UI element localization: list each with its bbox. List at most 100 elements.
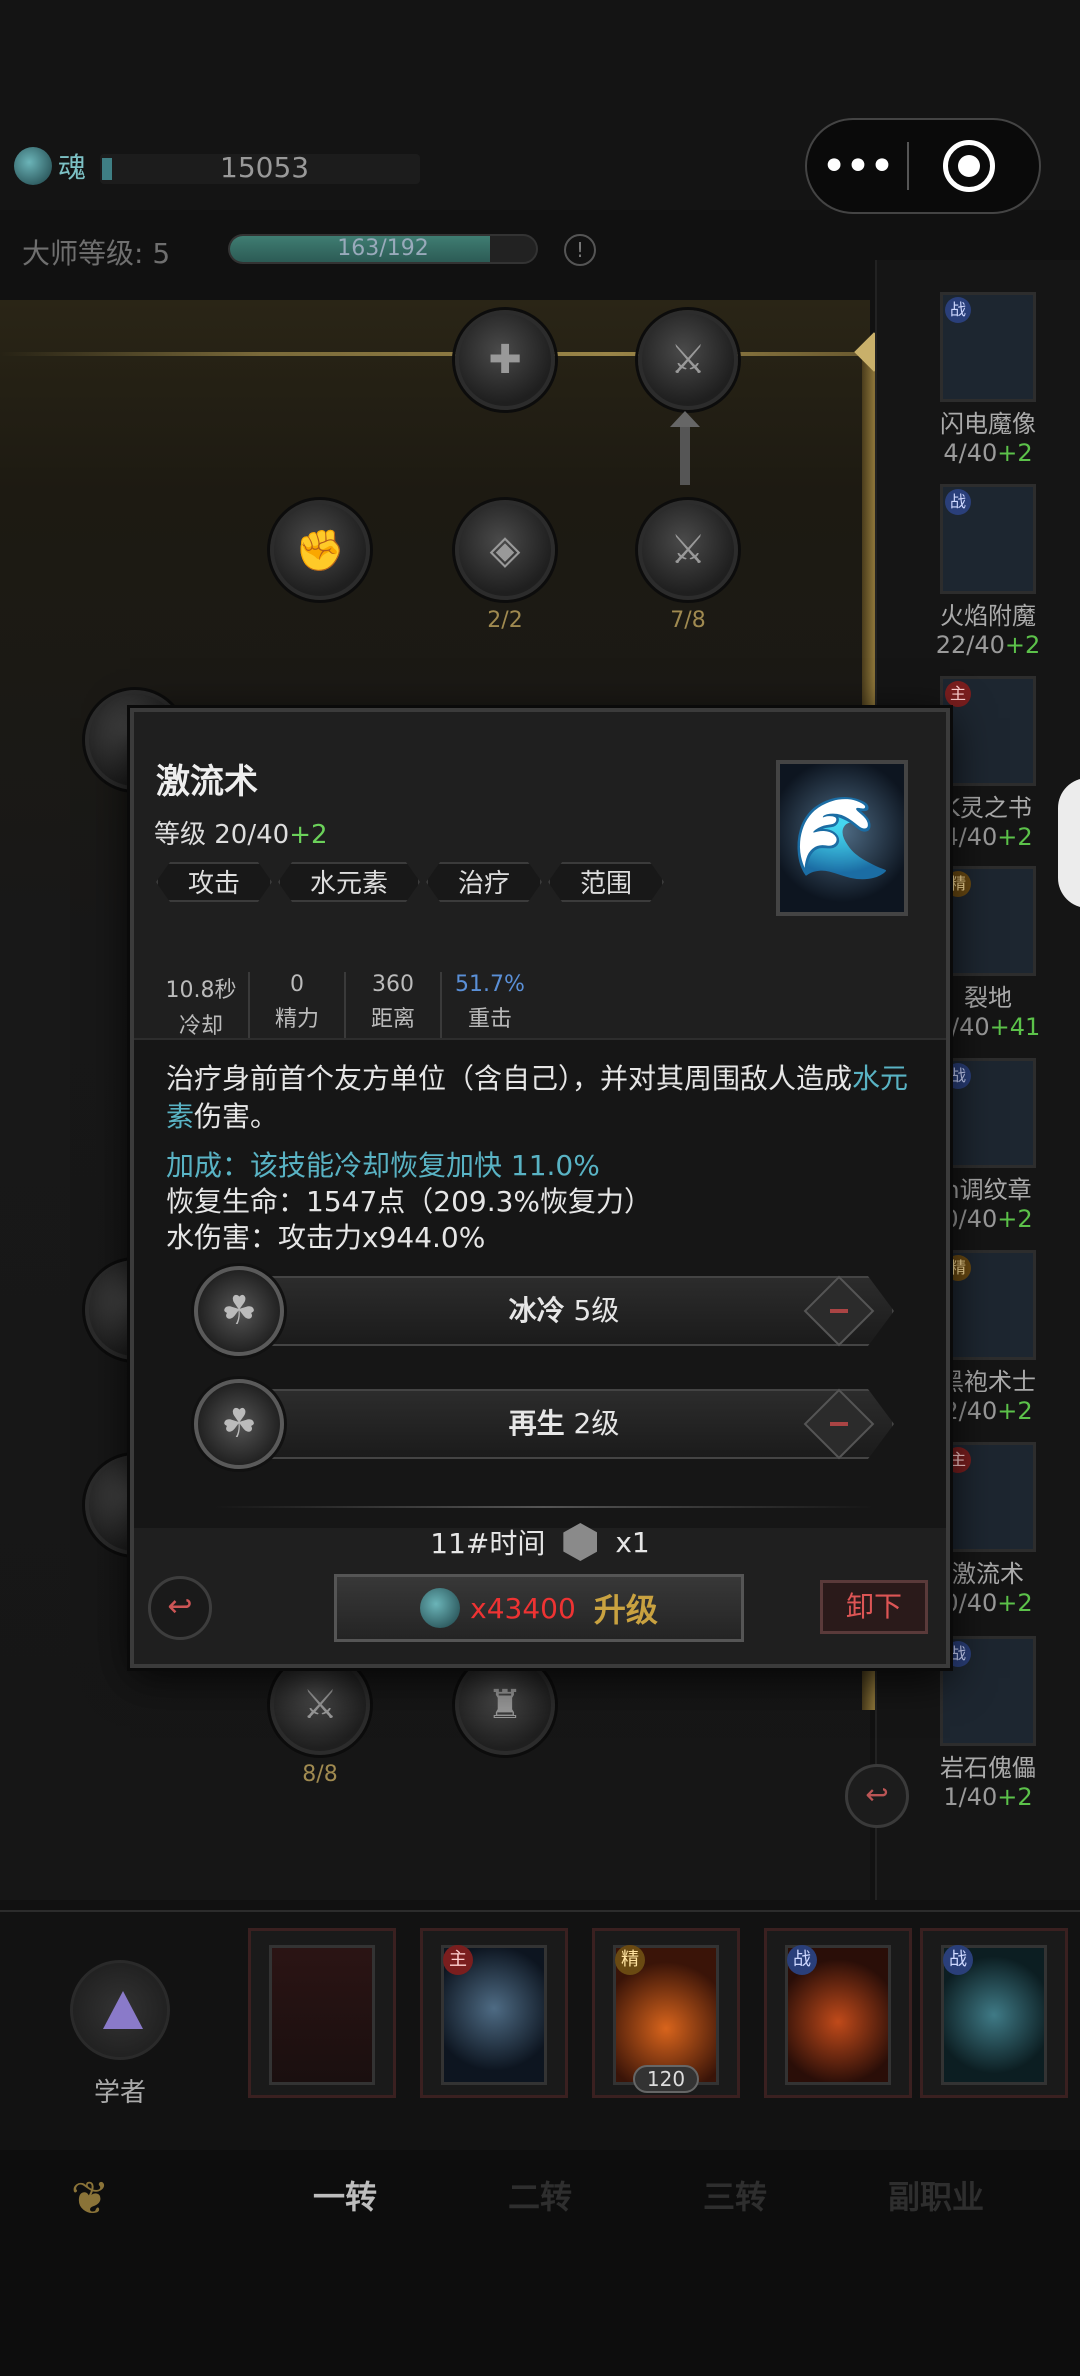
tab-second-job[interactable]: 二转 [470, 2172, 610, 2218]
heal-hands-node[interactable]: ✚ [455, 310, 555, 410]
skill-bonus: 加成：该技能冷却恢复加快 11.0% [166, 1149, 600, 1182]
side-back-button[interactable]: ↩ [845, 1764, 909, 1828]
blade-node[interactable]: ⚔ [638, 500, 738, 600]
skill-slot-sword[interactable]: 战 [764, 1928, 912, 2098]
skill-level-plus: +2 [289, 820, 328, 850]
side-skill-level-value: 4/40 [943, 823, 998, 851]
side-skill-item[interactable]: 精裂地 0/40+41 [936, 866, 1040, 1041]
fist-node[interactable]: ✊ [270, 500, 370, 600]
side-skill-level-value: 22/40 [935, 631, 1005, 659]
side-skill-tag: 战 [945, 489, 971, 515]
knight-helm-node[interactable]: ♜ [455, 1655, 555, 1755]
time-label: 11#时间 [430, 1527, 546, 1560]
tree-gold-line [0, 352, 870, 356]
stat-label: 冷却 [178, 1014, 223, 1039]
side-skill-level-value: 1/40 [943, 1783, 998, 1811]
side-skill-item[interactable]: 战岩石傀儡 1/40+2 [940, 1636, 1036, 1811]
slot-tag: 精 [615, 1945, 645, 1975]
skill-description: 治疗身前首个友方单位（含自己），并对其周围敌人造成水元素伤害。 [166, 1060, 926, 1136]
soul-gem-icon [420, 1588, 461, 1628]
gem-cluster-node[interactable]: ◈ [455, 500, 555, 600]
master-progress-bar: 163/192 [228, 234, 538, 264]
side-skill-level-value: 4/40 [943, 439, 998, 467]
popup-back-button[interactable]: ↩ [148, 1576, 212, 1640]
unequip-button[interactable]: 卸下 [820, 1580, 928, 1634]
side-skill-level-plus: +2 [997, 823, 1033, 851]
stat-range: 360 距离 [346, 972, 442, 1040]
node-count-label: 8/8 [302, 1762, 338, 1787]
side-skill-icon: 战 [940, 484, 1036, 594]
side-skill-icon: 战 [940, 1636, 1036, 1746]
stat-value: 0 [290, 972, 304, 997]
side-skill-level-value: 0/40 [943, 1589, 998, 1617]
dagger-node[interactable]: ⚔ [638, 310, 738, 410]
side-skill-item[interactable]: 战火焰附魔 22/40+2 [936, 484, 1040, 659]
side-skill-level: 1/40+2 [918, 1783, 1058, 1811]
popup-divider [214, 1506, 874, 1508]
tab-third-job[interactable]: 三转 [665, 2172, 805, 2218]
node-count-label: 2/2 [487, 608, 523, 633]
side-skill-icon: 战 [940, 292, 1036, 402]
side-skill-level-plus: +2 [997, 1205, 1033, 1233]
side-skill-tag: 战 [945, 297, 971, 323]
skill-tags: 攻击 水元素 治疗 范围 [156, 862, 670, 902]
skill-level: 等级 20/40+2 [154, 814, 328, 851]
side-skill-item[interactable]: 战 h调纹章 0/40+2 [940, 1058, 1036, 1233]
side-skill-level-value: 2/40 [943, 1397, 998, 1425]
heal-line: 恢复生命：1547点（209.3%恢复力） [166, 1185, 653, 1218]
class-triangle-icon[interactable] [70, 1960, 170, 2060]
floating-edge-button[interactable] [1058, 778, 1080, 908]
rune-level: 5级 [564, 1294, 620, 1327]
mini-program-capsule[interactable]: ••• [805, 118, 1041, 214]
side-skill-level-plus: +2 [997, 1783, 1033, 1811]
side-skill-icon: 精 [940, 866, 1036, 976]
tab-sub-job[interactable]: 副职业 [866, 2172, 1006, 2218]
back-ornament-icon[interactable]: ❦ [30, 2168, 150, 2228]
side-skill-name: 闪电魔像 [940, 410, 1036, 438]
soul-label: 魂 [58, 151, 87, 184]
rune-slot[interactable]: ☘ 再生 2级 [194, 1379, 894, 1469]
stat-energy: 0 精力 [250, 972, 346, 1040]
side-skill-name: 火焰附魔 [940, 602, 1036, 630]
stat-value: 360 [372, 972, 414, 997]
slot-tag: 战 [943, 1945, 973, 1975]
skill-slot-fire[interactable]: 精 120 [592, 1928, 740, 2098]
skill-tag: 范围 [548, 862, 664, 902]
skill-slot-shield[interactable]: 战 [920, 1928, 1068, 2098]
skill-tag: 治疗 [426, 862, 542, 902]
side-skill-item[interactable]: 主激流术 0/40+2 [940, 1442, 1036, 1617]
stat-label: 重击 [467, 1007, 512, 1032]
side-skill-level: 4/40+2 [918, 439, 1058, 467]
time-gem-icon [563, 1523, 598, 1561]
rune-slot[interactable]: ☘ 冰冷 5级 [194, 1266, 894, 1356]
more-icon[interactable]: ••• [807, 141, 907, 192]
side-skill-icon: 精 [940, 1250, 1036, 1360]
side-skill-icon: 主 [940, 676, 1036, 786]
side-skill-level-plus: +2 [997, 1397, 1033, 1425]
info-icon[interactable]: ! [564, 234, 596, 266]
tree-arrow-up [670, 411, 700, 485]
hammer-icon [269, 1945, 375, 2085]
side-skill-item[interactable]: 主 K灵之书 4/40+2 [940, 676, 1036, 851]
capsule-divider [907, 142, 909, 190]
soul-currency: 魂 [14, 146, 86, 186]
side-skill-item[interactable]: 精黑袍术士 2/40+2 [940, 1250, 1036, 1425]
soul-value: 15053 [220, 151, 310, 184]
close-target-icon[interactable] [943, 140, 995, 192]
side-skill-level-plus: +2 [1004, 631, 1041, 659]
tab-first-job[interactable]: 一转 [275, 2172, 415, 2218]
skill-slot-hammer[interactable] [248, 1928, 396, 2098]
side-skill-name: 岩石傀儡 [940, 1754, 1036, 1782]
skill-detail-popup: 激流术 等级 20/40+2 攻击 水元素 治疗 范围 🌊 10.8秒 冷却 0 精… [130, 708, 950, 1668]
stat-crit: 51.7% 重击 [442, 972, 538, 1040]
skill-slot-wave[interactable]: 主 [420, 1928, 568, 2098]
time-cost-row: 11#时间 x1 [134, 1522, 946, 1562]
sword-node[interactable]: ⚔ [270, 1655, 370, 1755]
skill-level-text: 等级 20/40 [154, 820, 290, 850]
stat-label: 距离 [370, 1007, 415, 1032]
stat-value: 10.8秒 [165, 978, 237, 1003]
side-skill-item[interactable]: 战闪电魔像 4/40+2 [940, 292, 1036, 467]
side-skill-level-plus: +2 [997, 439, 1033, 467]
upgrade-button[interactable]: x43400 升级 [334, 1574, 744, 1642]
side-skill-level-plus: +41 [989, 1013, 1041, 1041]
